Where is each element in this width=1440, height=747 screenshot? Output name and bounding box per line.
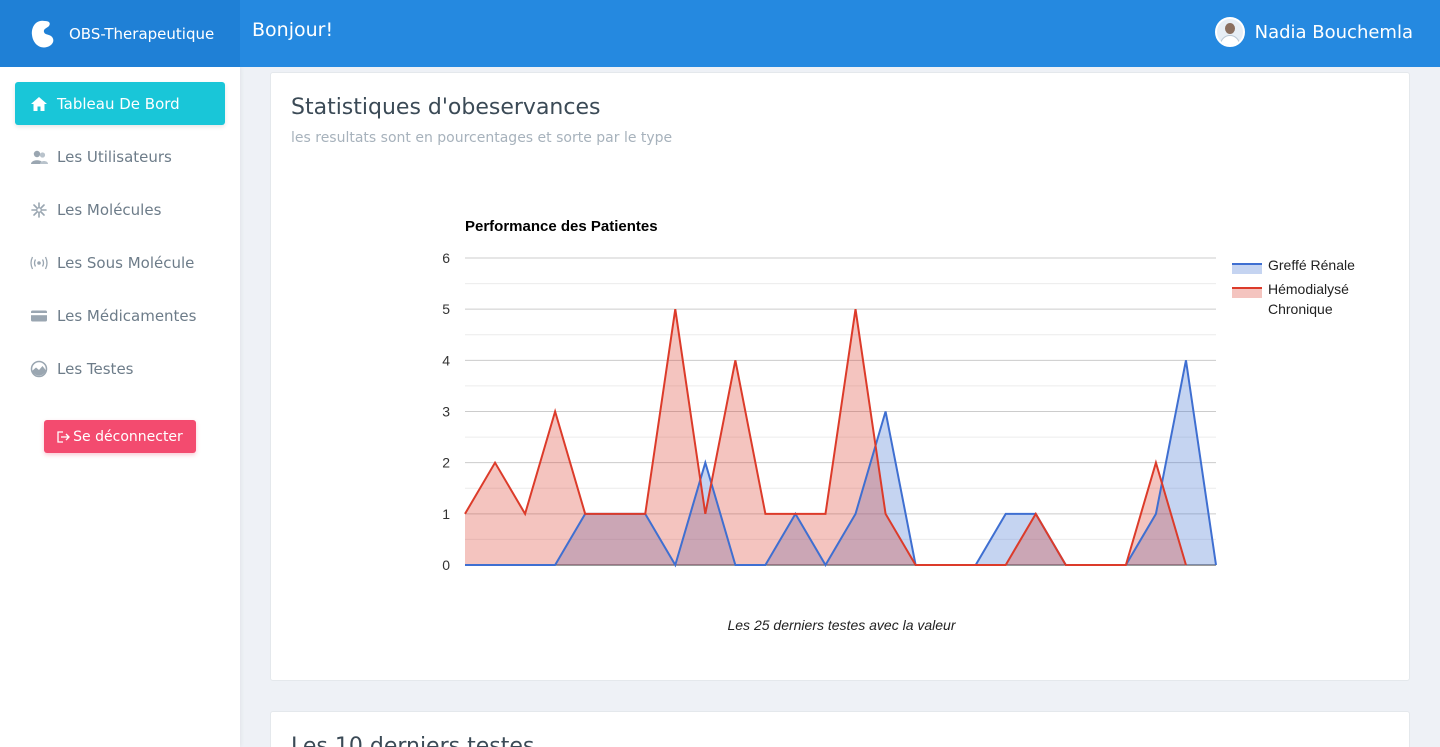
y-tick-label: 1 bbox=[442, 506, 450, 522]
avatar[interactable] bbox=[1214, 17, 1245, 47]
legend-swatch bbox=[1232, 288, 1262, 298]
card-icon bbox=[29, 306, 49, 326]
sidebar-item-molecules[interactable]: Les Molécules bbox=[15, 188, 225, 231]
legend-label: Greffé Rénale bbox=[1268, 257, 1355, 273]
stats-card: Statistiques d'obeservances les resultat… bbox=[270, 72, 1410, 681]
card2-title: Les 10 derniers testes bbox=[291, 734, 535, 747]
recent-tests-card: Les 10 derniers testes bbox=[270, 711, 1410, 747]
x-axis-label: Les 25 derniers testes avec la valeur bbox=[727, 617, 956, 633]
sidebar-item-label: Les Utilisateurs bbox=[57, 147, 172, 166]
sidebar-item-label: Les Sous Molécule bbox=[57, 253, 195, 272]
top-bar: OBS-Therapeutique Bonjour! Nadia Bouchem… bbox=[0, 0, 1440, 67]
user-menu[interactable]: Nadia Bouchemla bbox=[1214, 17, 1413, 47]
brand-name: OBS-Therapeutique bbox=[69, 24, 215, 43]
y-tick-label: 3 bbox=[442, 404, 450, 420]
sidebar-item-label: Les Testes bbox=[57, 359, 134, 378]
sidebar-item-sous-molecule[interactable]: Les Sous Molécule bbox=[15, 241, 225, 284]
y-tick-label: 5 bbox=[442, 301, 450, 317]
sidebar-item-label: Les Molécules bbox=[57, 200, 162, 219]
legend-label: Chronique bbox=[1268, 301, 1333, 317]
users-icon bbox=[29, 147, 49, 167]
y-tick-label: 0 bbox=[442, 557, 450, 573]
logout-icon bbox=[57, 430, 71, 443]
sidebar-item-tableau-de-bord[interactable]: Tableau De Bord bbox=[15, 82, 225, 125]
legend-label: Hémodialysé bbox=[1268, 281, 1349, 297]
kidney-logo-icon bbox=[31, 20, 54, 47]
user-name[interactable]: Nadia Bouchemla bbox=[1255, 22, 1413, 43]
brand[interactable]: OBS-Therapeutique bbox=[0, 0, 240, 67]
legend-swatch bbox=[1232, 264, 1262, 274]
sidebar-item-utilisateurs[interactable]: Les Utilisateurs bbox=[15, 135, 225, 178]
sidebar-item-testes[interactable]: Les Testes bbox=[15, 347, 225, 390]
chart-title: Performance des Patientes bbox=[465, 218, 658, 235]
sidebar: Tableau De Bord Les Utilisateurs Les Mol… bbox=[0, 67, 240, 747]
broadcast-icon bbox=[29, 253, 49, 273]
greeting: Bonjour! bbox=[252, 19, 334, 41]
logout-button[interactable]: Se déconnecter bbox=[44, 420, 196, 453]
sidebar-item-medicamentes[interactable]: Les Médicamentes bbox=[15, 294, 225, 337]
performance-chart: 0 1 2 3 4 5 6 Performance des Patientes Les 25 d… bbox=[442, 218, 1355, 633]
y-tick-label: 6 bbox=[442, 250, 450, 266]
y-tick-label: 4 bbox=[442, 352, 450, 368]
home-icon bbox=[29, 94, 49, 114]
sidebar-item-label: Les Médicamentes bbox=[57, 306, 197, 325]
sidebar-item-label: Tableau De Bord bbox=[57, 94, 180, 113]
logout-label: Se déconnecter bbox=[73, 428, 183, 445]
y-tick-label: 2 bbox=[442, 455, 450, 471]
chart-circle-icon bbox=[29, 359, 49, 379]
molecule-icon bbox=[29, 200, 49, 220]
